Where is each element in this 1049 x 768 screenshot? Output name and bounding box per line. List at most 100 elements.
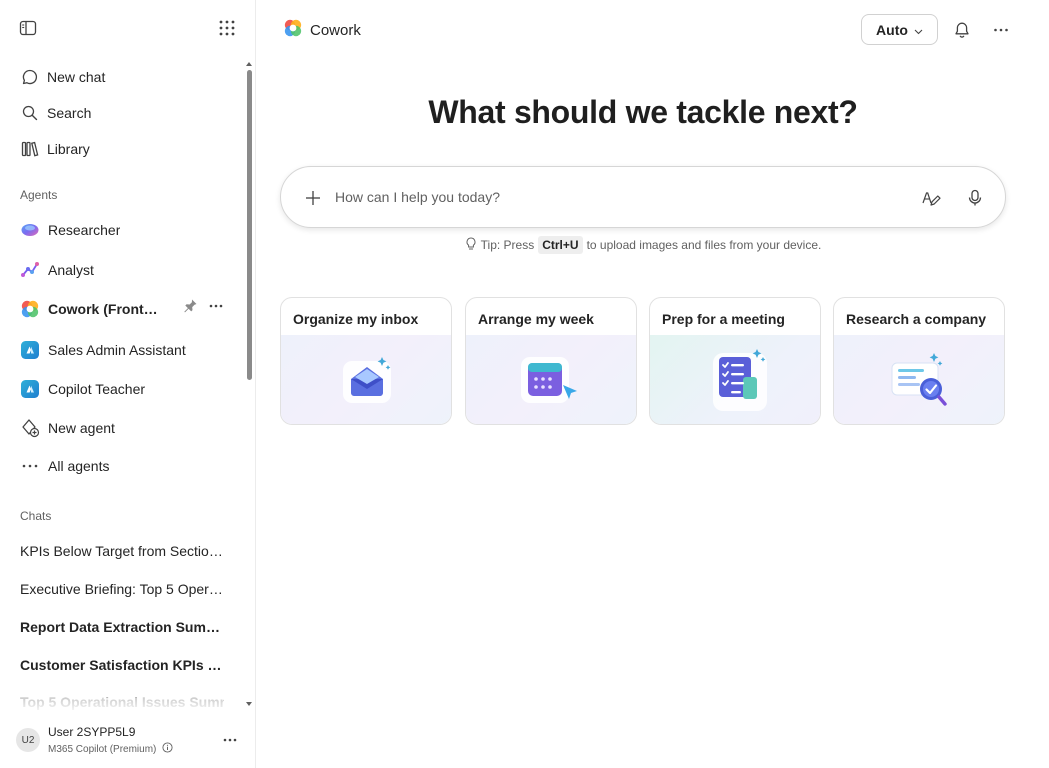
user-name: User 2SYPP5L9 <box>48 725 136 739</box>
nav-label: New chat <box>47 69 106 85</box>
more-options-icon[interactable] <box>208 298 224 319</box>
cowork-icon <box>20 299 40 319</box>
agent-label: All agents <box>48 458 110 474</box>
user-plan: M365 Copilot (Premium) <box>48 742 173 756</box>
inbox-icon <box>343 356 391 403</box>
agent-copilot-teacher[interactable]: Copilot Teacher <box>12 371 238 407</box>
agent-sales-admin[interactable]: Sales Admin Assistant <box>12 332 238 368</box>
more-horizontal-icon <box>20 456 40 476</box>
search-icon <box>20 103 40 123</box>
agent-label: Copilot Teacher <box>48 381 146 397</box>
card-illustration <box>281 335 451 424</box>
avatar: U2 <box>16 728 40 752</box>
prompt-input[interactable] <box>335 185 895 209</box>
card-arrange-week[interactable]: Arrange my week <box>465 297 637 425</box>
card-organize-inbox[interactable]: Organize my inbox <box>280 297 452 425</box>
user-more-button[interactable] <box>216 726 244 754</box>
user-profile[interactable]: U2 User 2SYPP5L9 M365 Copilot (Premium) <box>0 718 256 768</box>
agent-label: Sales Admin Assistant <box>48 342 186 358</box>
card-title: Arrange my week <box>478 311 594 327</box>
tip-line: Tip: Press Ctrl+U to upload images and f… <box>257 236 1029 254</box>
nav-label: Library <box>47 141 90 157</box>
tip-suffix: to upload images and files from your dev… <box>586 238 822 252</box>
agent-label: Cowork (Frontier) <box>48 301 160 317</box>
card-title: Research a company <box>846 311 987 327</box>
mode-label: Auto <box>876 21 908 38</box>
card-title: Prep for a meeting <box>662 311 785 327</box>
add-attachment-button[interactable] <box>301 186 325 210</box>
calendar-icon <box>521 356 577 403</box>
card-prep-meeting[interactable]: Prep for a meeting <box>649 297 821 425</box>
bell-icon <box>955 22 969 38</box>
research-icon <box>891 352 947 406</box>
list-fade-overlay <box>0 698 244 714</box>
chats-section-label: Chats <box>20 509 52 523</box>
plus-icon <box>306 191 320 205</box>
page-title: What should we tackle next? <box>428 94 858 130</box>
voice-input-button[interactable] <box>963 186 987 210</box>
suggestion-cards: Organize my inbox Arrange my week Prep f… <box>280 297 1006 425</box>
chat-item[interactable]: Executive Briefing: Top 5 Operational Is… <box>20 577 224 601</box>
sidebar-header <box>0 0 256 56</box>
nav-search[interactable]: Search <box>12 96 238 130</box>
nav-label: Search <box>47 105 92 121</box>
scroll-down-icon[interactable] <box>246 702 252 706</box>
lightbulb-icon <box>465 236 477 254</box>
agent-app-icon <box>20 379 40 399</box>
sidebar-scrollbar[interactable] <box>246 62 252 706</box>
chat-item[interactable]: KPIs Below Target from Section 3 <box>20 539 224 563</box>
library-icon <box>20 139 40 159</box>
agent-all-agents[interactable]: All agents <box>12 448 238 484</box>
user-plan-label: M365 Copilot (Premium) <box>48 743 157 755</box>
chat-item[interactable]: Customer Satisfaction KPIs Below Target <box>20 653 224 677</box>
more-horizontal-icon <box>223 738 237 742</box>
nav-library[interactable]: Library <box>12 132 238 166</box>
agent-analyst[interactable]: Analyst <box>12 252 238 288</box>
app-window: New chat Search Library Agents Researche… <box>0 0 1049 768</box>
agent-researcher[interactable]: Researcher <box>12 212 238 248</box>
app-launcher-button[interactable] <box>213 14 241 42</box>
scroll-thumb[interactable] <box>247 70 252 380</box>
card-research-company[interactable]: Research a company <box>833 297 1005 425</box>
chat-item[interactable]: Report Data Extraction Summary <box>20 615 224 639</box>
agent-label: New agent <box>48 420 115 436</box>
mode-selector-button[interactable]: Auto <box>861 14 938 45</box>
new-agent-icon <box>20 418 40 438</box>
card-illustration <box>650 335 820 424</box>
main-area: Cowork Auto What should we tackle next? <box>257 0 1049 768</box>
researcher-icon <box>20 220 40 240</box>
analyst-icon <box>20 260 40 280</box>
card-title: Organize my inbox <box>293 311 419 327</box>
agent-label: Researcher <box>48 222 121 238</box>
waffle-icon <box>219 20 235 36</box>
brand-name: Cowork <box>310 22 361 39</box>
agent-new-agent[interactable]: New agent <box>12 410 238 446</box>
card-illustration <box>466 335 636 424</box>
more-horizontal-icon <box>994 28 1008 32</box>
microphone-icon <box>968 189 982 206</box>
agent-cowork[interactable]: Cowork (Frontier) <box>12 291 238 327</box>
info-icon[interactable] <box>162 742 173 756</box>
agent-label: Analyst <box>48 262 94 278</box>
card-illustration <box>834 335 1004 424</box>
shortcut-key: Ctrl+U <box>538 236 583 254</box>
toggle-sidebar-button[interactable] <box>14 14 42 42</box>
nav-new-chat[interactable]: New chat <box>12 60 238 94</box>
pen-sparkle-icon <box>922 192 941 206</box>
cowork-logo-icon <box>283 18 303 43</box>
agent-app-icon <box>20 340 40 360</box>
tip-prefix: Tip: Press <box>480 238 535 252</box>
scroll-up-icon[interactable] <box>246 62 252 66</box>
pin-icon[interactable] <box>182 298 198 319</box>
composer <box>280 166 1006 228</box>
rewrite-button[interactable] <box>919 186 943 210</box>
more-options-button[interactable] <box>987 16 1015 44</box>
chat-bubble-icon <box>20 67 40 87</box>
agent-actions <box>182 298 224 319</box>
agents-section-label: Agents <box>20 188 58 202</box>
sidebar: New chat Search Library Agents Researche… <box>0 0 256 768</box>
checklist-icon <box>713 348 767 411</box>
sidebar-toggle-icon <box>19 20 37 36</box>
chevron-down-icon <box>914 22 923 38</box>
notifications-button[interactable] <box>948 16 976 44</box>
